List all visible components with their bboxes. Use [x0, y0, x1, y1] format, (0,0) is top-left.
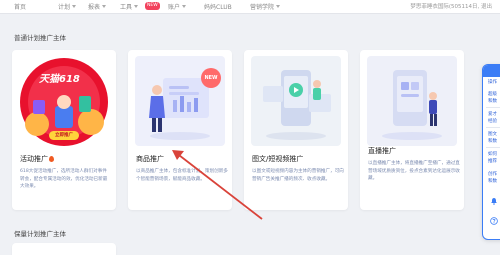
chevron-down-icon: [134, 5, 139, 8]
nav-new-badge: NEW: [145, 2, 160, 10]
nav-tools[interactable]: 工具: [120, 2, 139, 11]
card-activity-promo[interactable]: 天猫618 立即推广 活动推广 618大促活动推广，选所活动人群们对事件转会，配…: [12, 50, 116, 210]
card-desc: 618大促活动推广，选所活动人群们对事件转会，配合专属活动的效，优化活动已新最大…: [20, 169, 108, 189]
card-desc: 以直播推广主体，将直播推广至播广，通过直营场域优质质资位，投点合素到达化运展示收…: [368, 161, 460, 181]
nav-report[interactable]: 报表: [88, 2, 107, 11]
card-keep-plan[interactable]: [12, 243, 116, 255]
right-panel-line[interactable]: 如何: [488, 151, 497, 157]
live-stream-icon: [382, 70, 442, 140]
card-title: 直播推广: [368, 147, 396, 155]
activity-banner: 天猫618 立即推广: [19, 56, 109, 146]
divider: [486, 127, 500, 128]
divider: [486, 107, 500, 108]
live-illustration: [367, 56, 457, 146]
right-panel-line[interactable]: 超级: [488, 91, 497, 97]
account-info[interactable]: 梦思菲睡衣国际(505114日, 退出: [410, 2, 492, 10]
right-panel-line[interactable]: 爱才: [488, 111, 497, 117]
banner-title: 天猫618: [39, 74, 80, 85]
section-title-keep: 保量计划推广主体: [14, 230, 66, 238]
top-nav: 首页 计划 报表 工具 NEW 账户 妈妈CLUB 营销学院 梦思菲睡衣国际(5…: [0, 0, 500, 14]
nav-plan[interactable]: 计划: [58, 2, 77, 11]
nav-academy[interactable]: 营销学院: [250, 2, 281, 11]
chevron-down-icon: [276, 5, 281, 8]
card-content-promo[interactable]: 图文/短视频推广 以图文或短视频内容为主体的营销推广，可向营销广告关推广播的频次…: [244, 50, 348, 210]
content-illustration: [251, 56, 341, 146]
chevron-down-icon: [182, 5, 187, 8]
right-panel-header: [483, 65, 500, 77]
right-panel-line[interactable]: 经验: [488, 118, 497, 124]
right-panel-line[interactable]: 和数: [488, 178, 497, 184]
right-panel-line[interactable]: 和数: [488, 138, 497, 144]
divider: [486, 147, 500, 148]
right-panel-line[interactable]: 操作: [488, 79, 497, 85]
new-badge: NEW: [201, 68, 221, 88]
bell-icon[interactable]: [490, 197, 498, 205]
nav-club[interactable]: 妈妈CLUB: [204, 2, 232, 11]
card-product-promo[interactable]: NEW 商品推广 以商品推广主体，包含标准计划，策划创新多个智能营销场景，赋能商…: [128, 50, 232, 210]
card-live-promo[interactable]: 直播推广 以直播推广主体，将直播推广至播广，通过直营场域优质质资位，投点合素到达…: [360, 50, 464, 210]
nav-account[interactable]: 账户: [168, 2, 187, 11]
question-icon[interactable]: [490, 217, 498, 225]
card-title: 商品推广: [136, 155, 164, 163]
banner-cta[interactable]: 立即推广: [55, 132, 73, 138]
right-panel-line[interactable]: 推荐: [488, 158, 497, 164]
right-panel-line[interactable]: 和数: [488, 98, 497, 104]
section-title-standard: 普通计划推广主体: [14, 34, 66, 42]
card-desc: 以图文或短视频内容为主体的营销推广，可向营销广告关推广播的频次、收点收藏。: [252, 169, 344, 182]
right-help-panel[interactable]: 操作 超级 和数 爱才 经验 图文 和数 如何 推荐 创作 和数: [482, 64, 500, 240]
phone-video-icon: [263, 70, 331, 140]
nav-home[interactable]: 首页: [14, 2, 26, 11]
chevron-down-icon: [102, 5, 107, 8]
card-title: 图文/短视频推广: [252, 155, 304, 163]
card-desc: 以商品推广主体，包含标准计划，策划创新多个智能营销场景，赋能商品收藏。: [136, 169, 228, 182]
flame-icon: [49, 156, 54, 162]
chevron-down-icon: [72, 5, 77, 8]
right-panel-line[interactable]: 创作: [488, 171, 497, 177]
product-illustration: NEW: [135, 56, 225, 146]
right-panel-line[interactable]: 图文: [488, 131, 497, 137]
card-title: 活动推广: [20, 154, 54, 164]
